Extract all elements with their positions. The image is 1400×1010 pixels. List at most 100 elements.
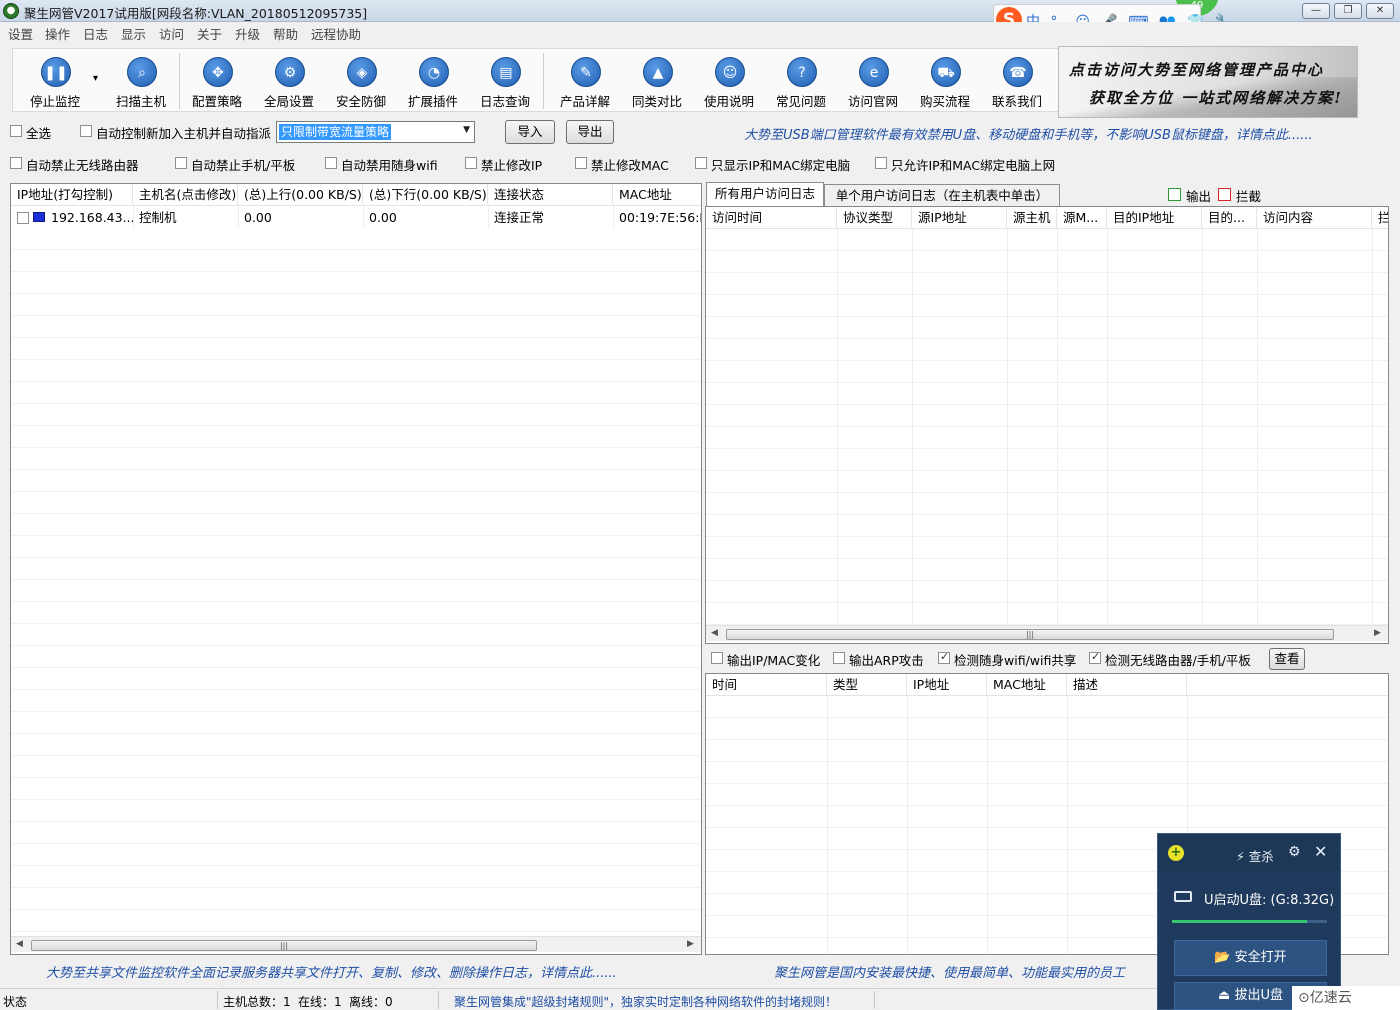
- col-hostname[interactable]: 主机名(点击修改): [133, 184, 238, 206]
- toolbar-separator: [543, 53, 544, 109]
- host-name[interactable]: 控制机: [133, 207, 238, 229]
- horizontal-scrollbar[interactable]: ◀ ||| ▶: [11, 936, 701, 952]
- status-separator: [438, 991, 439, 1009]
- host-row-checkbox[interactable]: [17, 212, 29, 224]
- scroll-right-icon[interactable]: ▶: [1374, 628, 1381, 638]
- view-button[interactable]: 查看: [1269, 648, 1305, 670]
- usb-usage-fill: [1172, 920, 1307, 923]
- col-mac[interactable]: MAC地址: [987, 674, 1067, 696]
- export-button[interactable]: 导出: [566, 120, 614, 144]
- menu-display[interactable]: 显示: [121, 24, 146, 43]
- purchase-label: 购买流程: [919, 94, 970, 109]
- access-log-table: 访问时间 协议类型 源IP地址 源主机 源M... 目的IP地址 目的... 访…: [705, 206, 1389, 644]
- menu-help[interactable]: 帮助: [273, 24, 298, 43]
- menu-log[interactable]: 日志: [83, 24, 108, 43]
- detect-router-phone-checkbox[interactable]: [1089, 650, 1101, 664]
- tab-single-user-log[interactable]: 单个用户访问日志（在主机表中单击）: [824, 184, 1060, 208]
- import-button[interactable]: 导入: [505, 120, 555, 144]
- col-download[interactable]: (总)下行(0.00 KB/S): [363, 184, 488, 206]
- safe-open-button[interactable]: 📂 安全打开: [1174, 940, 1327, 976]
- usb-promo-link[interactable]: 大势至USB端口管理软件最有效禁用U盘、移动硬盘和手机等，不影响USB鼠标键盘，…: [744, 124, 1313, 143]
- menu-remote-assist[interactable]: 远程协助: [311, 24, 361, 43]
- product-intro-promo-link[interactable]: 聚生网管是国内安装最快捷、使用最简单、功能最实用的员工: [774, 962, 1157, 981]
- user-guide-button[interactable]: ☺ 使用说明: [693, 49, 765, 111]
- col-src-ip[interactable]: 源IP地址: [912, 207, 1007, 229]
- log-query-button[interactable]: ▤ 日志查询: [469, 49, 541, 111]
- menu-operate[interactable]: 操作: [45, 24, 70, 43]
- output-arp-attack-checkbox[interactable]: [833, 652, 845, 664]
- col-ip[interactable]: IP地址: [907, 674, 987, 696]
- output-ipmac-change-checkbox[interactable]: [711, 652, 723, 664]
- menu-access[interactable]: 访问: [159, 24, 184, 43]
- col-desc[interactable]: 描述: [1067, 674, 1187, 696]
- allow-bound-only-label: 只允许IP和MAC绑定电脑上网: [891, 158, 1056, 173]
- grid-line: [1007, 229, 1008, 625]
- product-center-banner[interactable]: 点击访问大势至网络管理产品中心 获取全方位 一站式网络解决方案!: [1058, 46, 1358, 118]
- global-settings-button[interactable]: ⚙ 全局设置: [253, 49, 325, 111]
- config-policy-button[interactable]: ✥ 配置策略: [181, 49, 253, 111]
- scan-hosts-button[interactable]: ⌕ 扫描主机: [105, 49, 177, 111]
- output-ipmac-change-label: 输出IP/MAC变化: [727, 653, 821, 668]
- strategy-select[interactable]: 只限制带宽流量策略 ▼: [276, 121, 475, 143]
- menu-upgrade[interactable]: 升级: [235, 24, 260, 43]
- scan-kill-button[interactable]: ⚡ 查杀: [1236, 846, 1274, 865]
- col-dst[interactable]: 目的...: [1202, 207, 1257, 229]
- scrollbar-thumb[interactable]: |||: [31, 940, 537, 951]
- table-row[interactable]: 192.168.43.... 控制机 0.00 0.00 连接正常 00:19:…: [11, 207, 701, 228]
- stop-monitor-button[interactable]: ❚❚ 停止监控: [19, 49, 91, 111]
- col-src-host[interactable]: 源主机: [1007, 207, 1057, 229]
- grid-line: [1057, 229, 1058, 625]
- col-status[interactable]: 连接状态: [488, 184, 613, 206]
- auto-control-label: 自动控制新加入主机并自动指派: [96, 126, 272, 141]
- col-time[interactable]: 时间: [706, 674, 827, 696]
- col-access-time[interactable]: 访问时间: [706, 207, 837, 229]
- forbid-mac-change-checkbox[interactable]: [575, 157, 587, 169]
- col-mac[interactable]: MAC地址: [613, 184, 701, 206]
- col-content[interactable]: 访问内容: [1257, 207, 1372, 229]
- allow-bound-only-checkbox[interactable]: [875, 157, 887, 169]
- col-type[interactable]: 类型: [827, 674, 907, 696]
- horizontal-scrollbar[interactable]: ◀ ||| ▶: [706, 625, 1388, 641]
- col-protocol[interactable]: 协议类型: [837, 207, 912, 229]
- banner-line-2: 获取全方位 一站式网络解决方案!: [1089, 89, 1343, 107]
- col-dst-ip[interactable]: 目的IP地址: [1107, 207, 1202, 229]
- forbid-ip-change-checkbox[interactable]: [465, 157, 477, 169]
- dropdown-arrow-icon[interactable]: ▼: [463, 125, 470, 135]
- scrollbar-thumb[interactable]: |||: [726, 629, 1334, 640]
- menu-about[interactable]: 关于: [197, 24, 222, 43]
- faq-button[interactable]: ? 常见问题: [765, 49, 837, 111]
- phone-icon: ☎: [1003, 57, 1033, 87]
- add-icon[interactable]: +: [1168, 845, 1184, 861]
- event-table-header: 时间 类型 IP地址 MAC地址 描述: [706, 674, 1388, 696]
- scroll-left-icon[interactable]: ◀: [16, 939, 23, 949]
- security-defense-button[interactable]: ◈ 安全防御: [325, 49, 397, 111]
- col-ip[interactable]: IP地址(打勾控制): [11, 184, 133, 206]
- tab-all-user-logs[interactable]: 所有用户访问日志: [706, 182, 824, 207]
- visit-website-button[interactable]: e 访问官网: [837, 49, 909, 111]
- stop-monitor-dropdown-icon[interactable]: ▾: [93, 73, 98, 84]
- minimize-button[interactable]: —: [1302, 3, 1330, 19]
- show-bound-only-checkbox[interactable]: [695, 157, 707, 169]
- contact-us-button[interactable]: ☎ 联系我们: [981, 49, 1053, 111]
- col-upload[interactable]: (总)上行(0.00 KB/S): [238, 184, 363, 206]
- menu-settings[interactable]: 设置: [8, 24, 33, 43]
- close-icon[interactable]: ✕: [1314, 842, 1327, 861]
- auto-control-checkbox[interactable]: [80, 125, 92, 137]
- col-src-mac[interactable]: 源M...: [1057, 207, 1107, 229]
- auto-disable-wifi-checkbox[interactable]: [325, 157, 337, 169]
- purchase-button[interactable]: ⛟ 购买流程: [909, 49, 981, 111]
- auto-block-router-checkbox[interactable]: [10, 157, 22, 169]
- scroll-right-icon[interactable]: ▶: [687, 939, 694, 949]
- compare-button[interactable]: ▲ 同类对比: [621, 49, 693, 111]
- restore-button[interactable]: ❐: [1334, 3, 1362, 19]
- detect-wifi-share-checkbox[interactable]: [938, 650, 950, 664]
- share-monitor-promo-link[interactable]: 大势至共享文件监控软件全面记录服务器共享文件打开、复制、修改、删除操作日志，详情…: [46, 962, 617, 981]
- gear-icon[interactable]: ⚙: [1288, 844, 1301, 860]
- product-details-button[interactable]: ✎ 产品详解: [549, 49, 621, 111]
- extension-plugins-button[interactable]: ◔ 扩展插件: [397, 49, 469, 111]
- col-block[interactable]: 拦: [1372, 207, 1388, 229]
- scroll-left-icon[interactable]: ◀: [711, 628, 718, 638]
- select-all-checkbox[interactable]: [10, 125, 22, 137]
- auto-block-phone-checkbox[interactable]: [175, 157, 187, 169]
- close-button[interactable]: ✕: [1366, 3, 1394, 19]
